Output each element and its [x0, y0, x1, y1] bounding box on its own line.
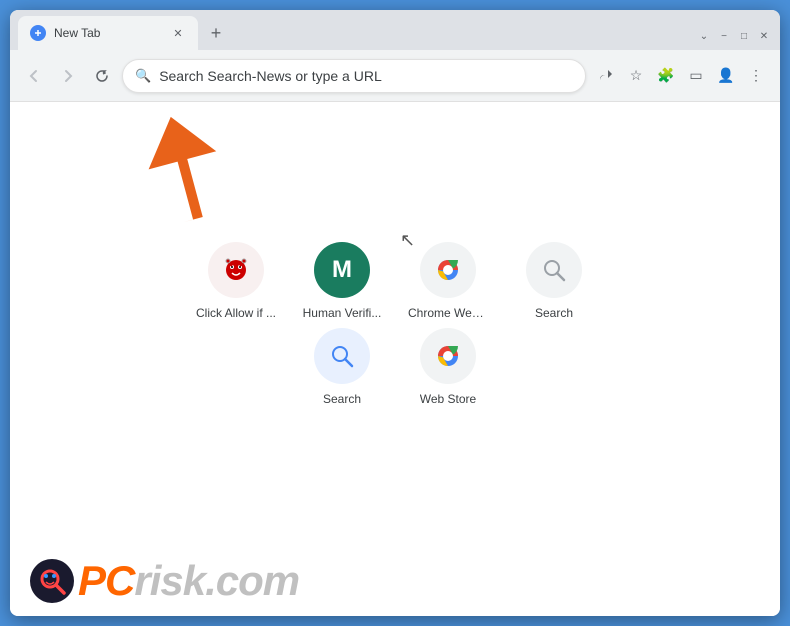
- shortcut-label-click-allow: Click Allow if ...: [196, 306, 276, 320]
- shortcut-search2[interactable]: Search: [297, 328, 387, 406]
- address-input[interactable]: [159, 68, 573, 84]
- close-button[interactable]: ✕: [756, 28, 772, 44]
- cursor-indicator: ↖: [400, 230, 415, 251]
- shortcuts-row2: Search Web Store: [297, 328, 493, 406]
- menu-icon[interactable]: ⋮: [742, 62, 770, 90]
- sidebar-icon[interactable]: ▭: [682, 62, 710, 90]
- watermark: PCrisk.com: [10, 546, 780, 616]
- minimize-button[interactable]: −: [716, 28, 732, 44]
- reload-button[interactable]: [88, 62, 116, 90]
- watermark-logo: PCrisk.com: [30, 557, 299, 605]
- collapse-button[interactable]: ⌄: [696, 28, 712, 44]
- shortcut-human-verif[interactable]: M Human Verifi...: [297, 242, 387, 320]
- shortcut-label-search1: Search: [535, 306, 573, 320]
- shortcut-label-web-store: Web Store: [420, 392, 476, 406]
- shortcut-label-human-verif: Human Verifi...: [303, 306, 382, 320]
- shortcut-chrome-web[interactable]: Chrome Web ...: [403, 242, 493, 320]
- orange-arrow: [130, 110, 260, 225]
- title-bar: New Tab ✕ + ⌄ − □ ✕: [10, 10, 780, 50]
- shortcut-icon-web-store: [420, 328, 476, 384]
- tab-favicon: [30, 25, 46, 41]
- pcrisk-logo-text: PCrisk.com: [78, 557, 299, 605]
- logo-pc: PC: [78, 557, 134, 604]
- share-icon[interactable]: [592, 62, 620, 90]
- logo-risk: risk.com: [134, 557, 299, 604]
- bookmark-icon[interactable]: ☆: [622, 62, 650, 90]
- shortcut-search1[interactable]: Search: [509, 242, 599, 320]
- shortcut-icon-m: M: [314, 242, 370, 298]
- new-tab-button[interactable]: +: [202, 19, 230, 47]
- toolbar-actions: ☆ 🧩 ▭ 👤 ⋮: [592, 62, 770, 90]
- shortcut-icon-bug: [208, 242, 264, 298]
- page-content: ↖ Cli: [10, 102, 780, 616]
- address-bar[interactable]: 🔍: [122, 59, 586, 93]
- back-button[interactable]: [20, 62, 48, 90]
- shortcut-web-store[interactable]: Web Store: [403, 328, 493, 406]
- profile-icon[interactable]: 👤: [712, 62, 740, 90]
- maximize-button[interactable]: □: [736, 28, 752, 44]
- tab-strip: New Tab ✕ +: [18, 16, 696, 50]
- shortcut-icon-search2: [314, 328, 370, 384]
- shortcut-click-allow[interactable]: Click Allow if ...: [191, 242, 281, 320]
- shortcut-label-search2: Search: [323, 392, 361, 406]
- forward-button[interactable]: [54, 62, 82, 90]
- shortcuts-row1: Click Allow if ... M Human Verifi...: [191, 242, 599, 320]
- active-tab[interactable]: New Tab ✕: [18, 16, 198, 50]
- extensions-icon[interactable]: 🧩: [652, 62, 680, 90]
- shortcut-icon-search1: [526, 242, 582, 298]
- toolbar: 🔍 ☆ 🧩 ▭ 👤 ⋮: [10, 50, 780, 102]
- shortcut-icon-chrome-web: [420, 242, 476, 298]
- tab-close-button[interactable]: ✕: [170, 25, 186, 41]
- browser-window: New Tab ✕ + ⌄ − □ ✕ 🔍: [10, 10, 780, 616]
- tab-title: New Tab: [54, 26, 162, 40]
- pcrisk-logo-icon: [30, 559, 74, 603]
- window-controls: ⌄ − □ ✕: [696, 28, 772, 44]
- shortcut-label-chrome-web: Chrome Web ...: [408, 306, 488, 320]
- search-icon: 🔍: [135, 68, 151, 84]
